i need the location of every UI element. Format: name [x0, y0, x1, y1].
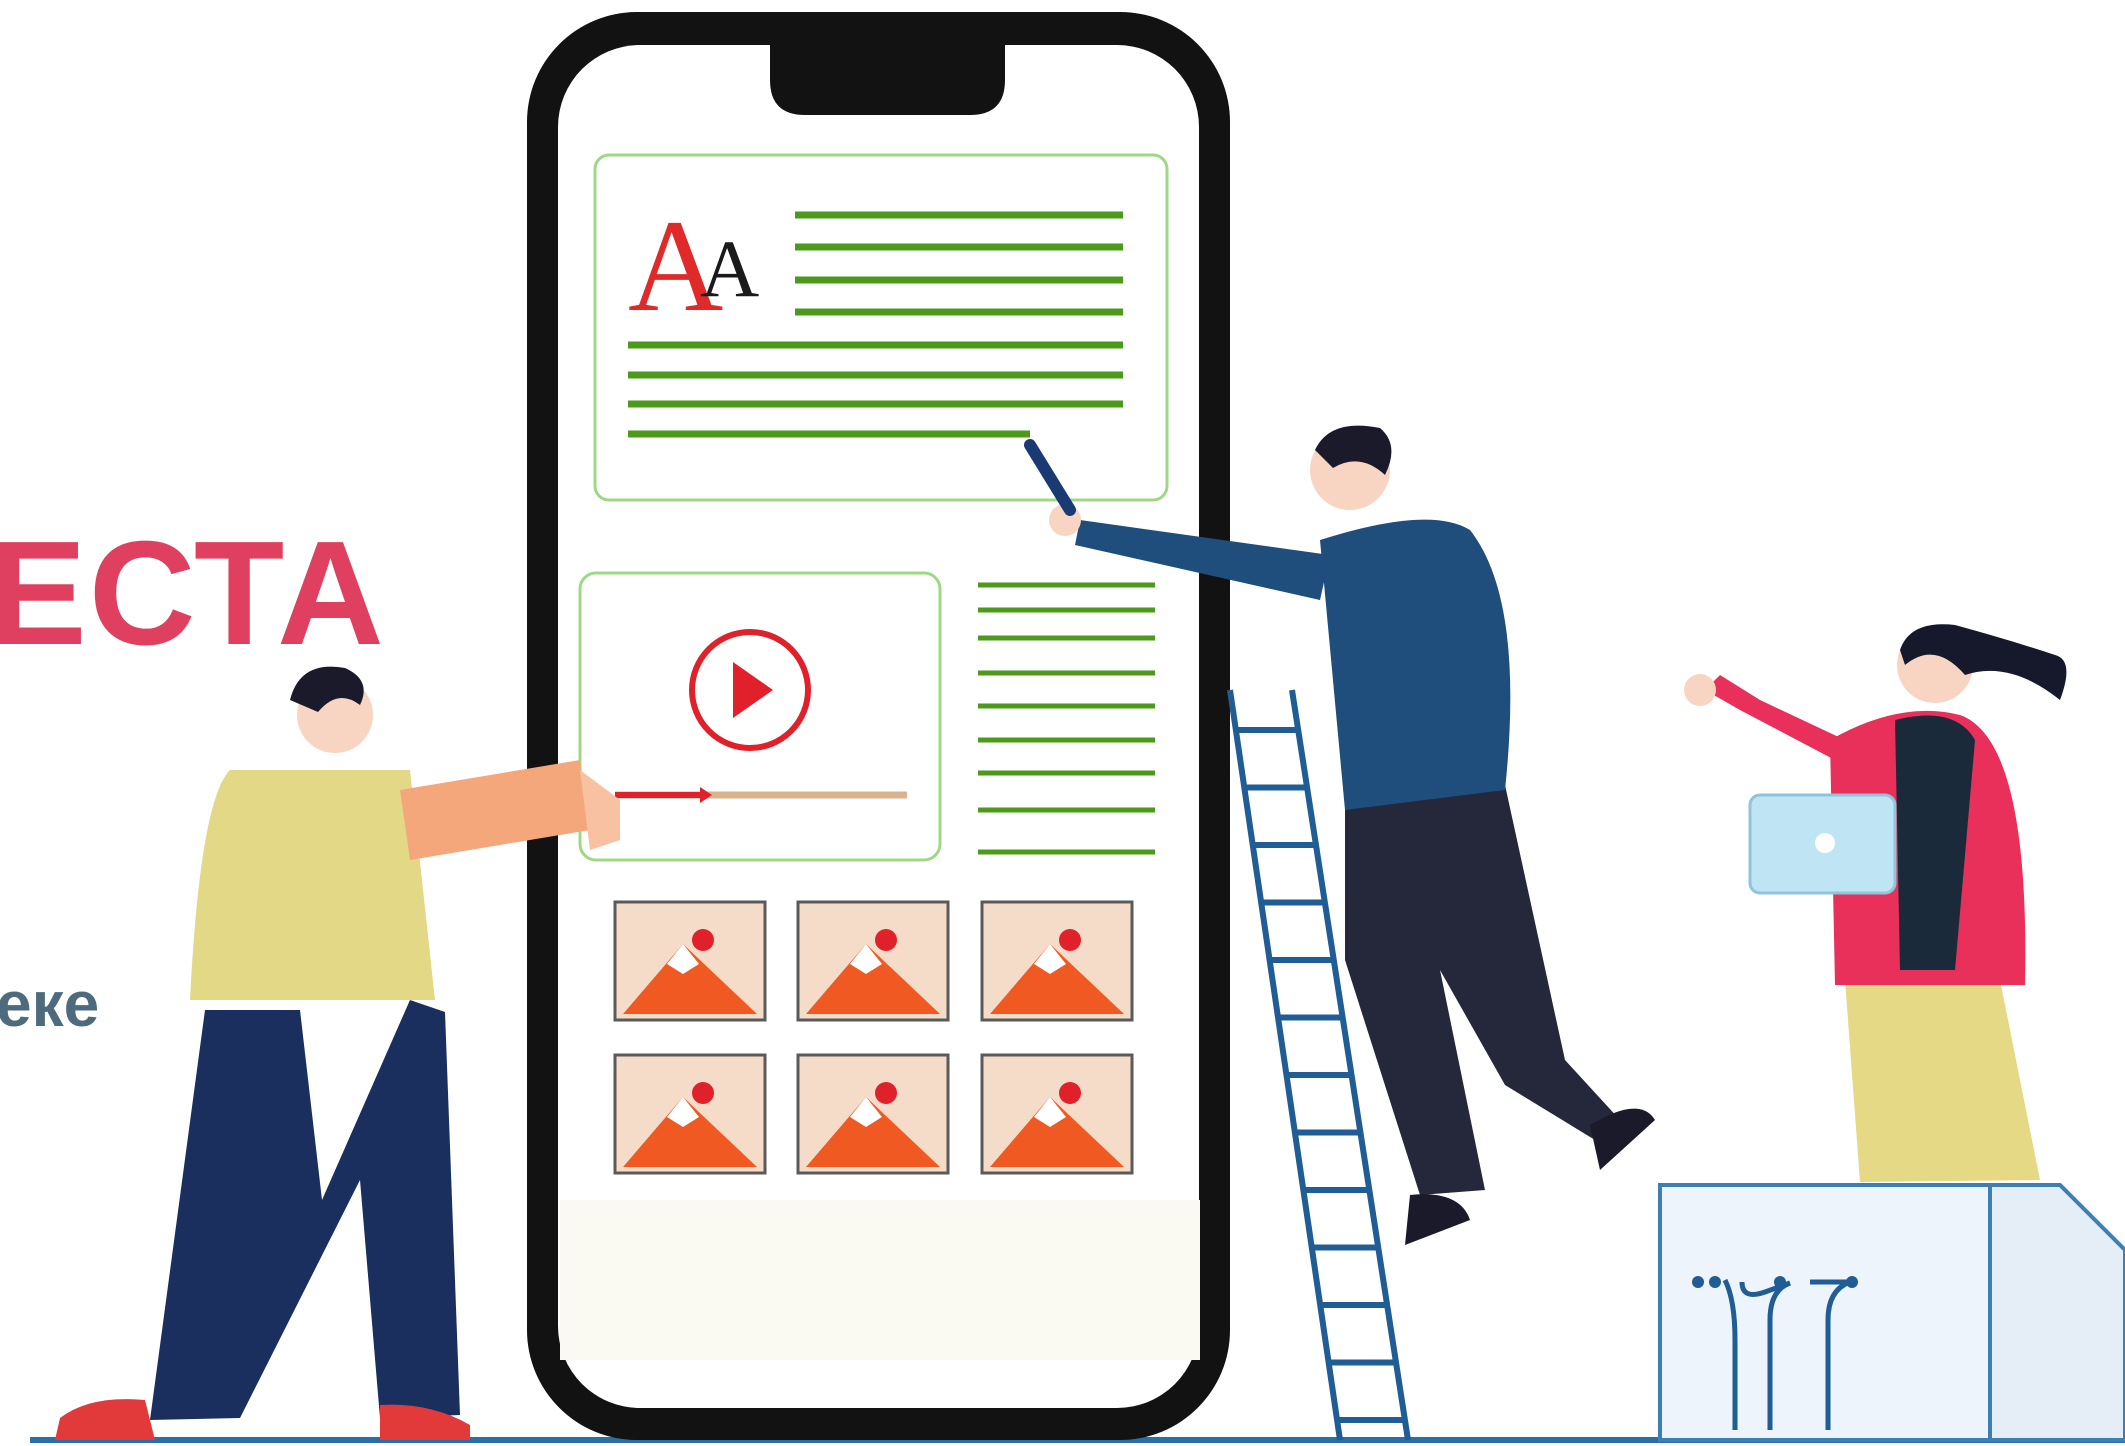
person-pushing-shirt: [190, 770, 435, 1000]
person-on-ladder-sweater: [1320, 519, 1511, 810]
illustration: A A: [30, 12, 2125, 1443]
image-icon: [980, 1053, 1134, 1175]
platform-box: [1658, 1183, 2125, 1442]
person-with-laptop: [1684, 624, 2067, 1182]
platform-box-front: [1658, 1183, 1992, 1442]
person-on-ladder-shoe-left: [1405, 1194, 1470, 1245]
illustration-scene: ЕСТА еке A A: [0, 0, 2125, 1446]
font-sample-card: A A: [593, 153, 1169, 502]
platform-box-side: [1988, 1183, 2125, 1442]
phone-notch: [770, 40, 1005, 115]
phone-screen-bottom: [560, 1200, 1200, 1360]
person-with-laptop-arm: [1705, 675, 1845, 760]
person-on-ladder-pants: [1345, 785, 1620, 1195]
person-pushing-pants: [150, 1000, 460, 1420]
person-pushing-shoe-left: [55, 1399, 155, 1440]
person-with-laptop-hand: [1684, 674, 1716, 706]
laptop-icon: [1748, 793, 1897, 895]
video-card: [578, 571, 942, 862]
person-with-laptop-pants: [1845, 980, 2040, 1182]
image-icon: [796, 900, 950, 1022]
font-sample-small-letter: A: [700, 223, 759, 314]
image-icon: [613, 900, 767, 1022]
image-icon: [613, 1053, 767, 1175]
image-icon: [980, 900, 1134, 1022]
image-icon: [796, 1053, 950, 1175]
